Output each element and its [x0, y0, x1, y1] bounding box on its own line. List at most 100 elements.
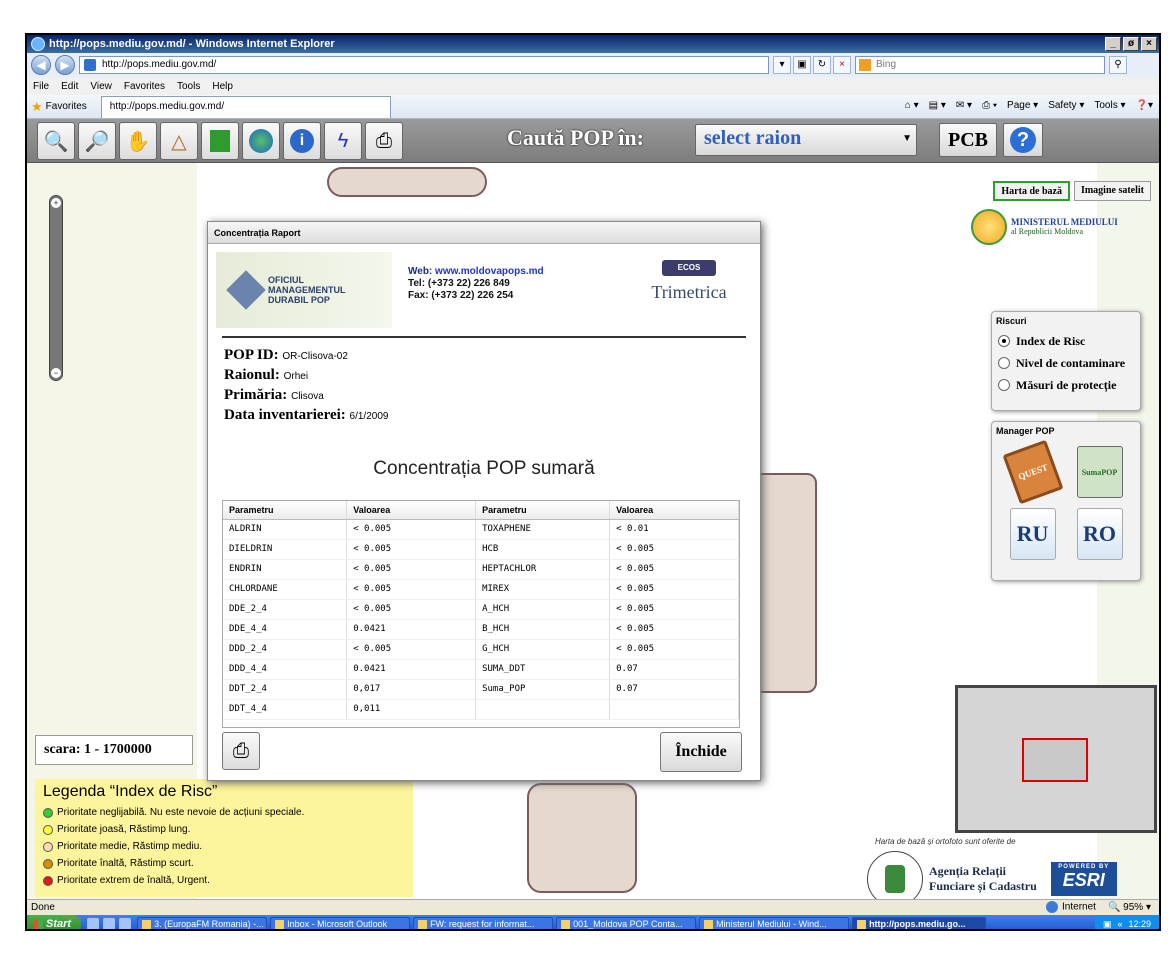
menu-favorites[interactable]: Favorites [124, 81, 165, 92]
table-row[interactable]: ALDRIN < 0.005 TOXAPHENE < 0.01 [223, 519, 739, 540]
zoom-slider[interactable]: + − [49, 195, 63, 381]
table-row[interactable]: DDE_2_4 < 0.005 A_HCH < 0.005 [223, 599, 739, 620]
tools-menu[interactable]: Tools ▾ [1094, 100, 1125, 111]
overview-map[interactable] [955, 685, 1157, 833]
zoom-in-icon[interactable]: 🔍 [37, 122, 75, 160]
mail-icon[interactable]: ✉ ▾ [956, 100, 972, 111]
menu-bar: File Edit View Favorites Tools Help [27, 77, 1159, 95]
maximize-button[interactable]: ø [1123, 37, 1139, 51]
taskbar-item[interactable]: FW: request for informat... [413, 916, 554, 929]
table-row[interactable]: CHLORDANE < 0.005 MIREX < 0.005 [223, 579, 739, 600]
search-go-icon[interactable]: ⚲ [1109, 56, 1127, 74]
measure-icon[interactable]: △ [160, 122, 198, 160]
table-row[interactable]: DDT_2_4 0,017 Suma_POP 0.07 [223, 679, 739, 700]
area-icon[interactable] [201, 122, 239, 160]
radio-nivel-contaminare[interactable]: Nivel de contaminare [992, 352, 1140, 374]
print-report-button[interactable]: ⎙ [222, 732, 260, 770]
ro-report-button[interactable]: RO [1076, 508, 1123, 560]
menu-help[interactable]: Help [212, 81, 233, 92]
address-input[interactable]: http://pops.mediu.gov.md/ [79, 56, 769, 74]
start-button[interactable]: Start [27, 915, 82, 929]
radio-masuri-protectie[interactable]: Măsuri de protecție [992, 374, 1140, 396]
map-area[interactable]: + − scara: 1 - 1700000 Legenda “Index de… [27, 163, 1159, 899]
tray-icon[interactable]: « [1117, 919, 1122, 929]
home-icon[interactable]: ⌂ ▾ [905, 100, 919, 111]
zoom-out-icon[interactable]: 🔎 [78, 122, 116, 160]
help-menu-icon[interactable]: ❓▾ [1136, 100, 1153, 111]
dropdown-icon[interactable]: ▾ [773, 56, 791, 74]
zoom-minus-icon[interactable]: − [51, 368, 61, 378]
legend-label: Prioritate joasă, Răstimp lung. [57, 824, 191, 835]
quest-button[interactable]: QUEST [1001, 439, 1064, 505]
esri-logo: POWERED BY ESRI [1050, 862, 1117, 896]
page-menu[interactable]: Page ▾ [1007, 100, 1038, 111]
help-button[interactable]: ? [1003, 123, 1043, 157]
taskbar-item-label: FW: request for informat... [430, 919, 535, 929]
taskbar-item-label: Inbox - Microsoft Outlook [287, 919, 388, 929]
satellite-button[interactable]: Imagine satelit [1073, 181, 1151, 201]
compat-icon[interactable]: ▣ [793, 56, 811, 74]
print-menu-icon[interactable]: ⎙ ▾ [982, 100, 997, 111]
taskbar-item-label: 3. (EuropaFM Romania) -... [154, 919, 264, 929]
table-row[interactable]: DDE_4_4 0.0421 B_HCH < 0.005 [223, 619, 739, 640]
quicklaunch-icon[interactable] [119, 918, 132, 929]
menu-edit[interactable]: Edit [61, 81, 78, 92]
print-icon[interactable]: ⎙ [365, 122, 403, 160]
raion-select[interactable]: select raion ▼ [695, 124, 917, 156]
zoom-level[interactable]: 🔍 95% ▾ [1108, 902, 1151, 913]
org-logo: OFICIUL MANAGEMENTUL DURABIL POP [216, 252, 392, 328]
overview-extent[interactable] [1022, 738, 1088, 782]
back-button[interactable]: ◀ [31, 55, 51, 75]
web-link[interactable]: www.moldovapops.md [435, 266, 544, 277]
table-cell: < 0.005 [346, 559, 477, 580]
minimize-button[interactable]: _ [1105, 37, 1121, 51]
ru-report-button[interactable]: RU [1009, 508, 1056, 560]
table-cell: 0,011 [346, 699, 477, 720]
taskbar-item[interactable]: 3. (EuropaFM Romania) -... [137, 916, 268, 929]
quicklaunch-icon[interactable] [103, 918, 116, 929]
column-header[interactable]: Parametru [475, 501, 611, 520]
info-icon[interactable]: i [283, 122, 321, 160]
table-row[interactable]: DDD_4_4 0.0421 SUMA_DDT 0.07 [223, 659, 739, 680]
lightning-icon[interactable]: ϟ [324, 122, 362, 160]
menu-tools[interactable]: Tools [177, 81, 200, 92]
radio-label: Măsuri de protecție [1016, 377, 1117, 392]
refresh-icon[interactable]: ↻ [813, 56, 831, 74]
pan-hand-icon[interactable]: ✋ [119, 122, 157, 160]
taskbar-item[interactable]: 001_Moldova POP Conta... [556, 916, 697, 929]
favorites-button[interactable]: Favorites [46, 101, 87, 112]
favorites-bar: ★ Favorites http://pops.mediu.gov.md/ ⌂ … [27, 95, 1159, 119]
tray-icon[interactable]: ▣ [1103, 919, 1112, 930]
globe-icon[interactable] [242, 122, 280, 160]
stop-icon[interactable]: × [833, 56, 851, 74]
radio-index-risc[interactable]: Index de Risc [992, 330, 1140, 352]
pcb-button[interactable]: PCB [939, 123, 997, 157]
column-header[interactable]: Valoarea [609, 501, 739, 520]
org-line1: OFICIUL [268, 275, 304, 285]
browser-tab[interactable]: http://pops.mediu.gov.md/ [100, 95, 391, 118]
menu-file[interactable]: File [33, 81, 49, 92]
forward-button[interactable]: ▶ [55, 55, 75, 75]
close-window-button[interactable]: × [1141, 37, 1157, 51]
taskbar-item[interactable]: Ministerul Mediului - Wind... [699, 916, 850, 929]
table-row[interactable]: DDD_2_4 < 0.005 G_HCH < 0.005 [223, 639, 739, 660]
close-dialog-button[interactable]: Închide [660, 732, 742, 772]
suma-pop-button[interactable]: SumaPOP [1076, 446, 1123, 498]
feeds-icon[interactable]: ▤ ▾ [929, 100, 946, 111]
search-input[interactable]: Bing [855, 56, 1105, 74]
quicklaunch-icon[interactable] [87, 918, 100, 929]
table-row[interactable]: ENDRIN < 0.005 HEPTACHLOR < 0.005 [223, 559, 739, 580]
divider [222, 336, 746, 338]
taskbar-item[interactable]: Inbox - Microsoft Outlook [270, 916, 411, 929]
column-header[interactable]: Parametru [223, 501, 348, 520]
safety-menu[interactable]: Safety ▾ [1048, 100, 1084, 111]
table-row[interactable]: DDT_4_4 0,011 [223, 699, 739, 720]
table-cell: Suma_POP [475, 679, 611, 700]
basemap-button[interactable]: Harta de bază [993, 181, 1070, 201]
taskbar-item[interactable]: http://pops.mediu.go... [852, 916, 987, 929]
table-row[interactable]: DIELDRIN < 0.005 HCB < 0.005 [223, 539, 739, 560]
zoom-plus-icon[interactable]: + [51, 198, 61, 208]
table-cell [609, 699, 739, 720]
column-header[interactable]: Valoarea [346, 501, 477, 520]
menu-view[interactable]: View [90, 81, 112, 92]
